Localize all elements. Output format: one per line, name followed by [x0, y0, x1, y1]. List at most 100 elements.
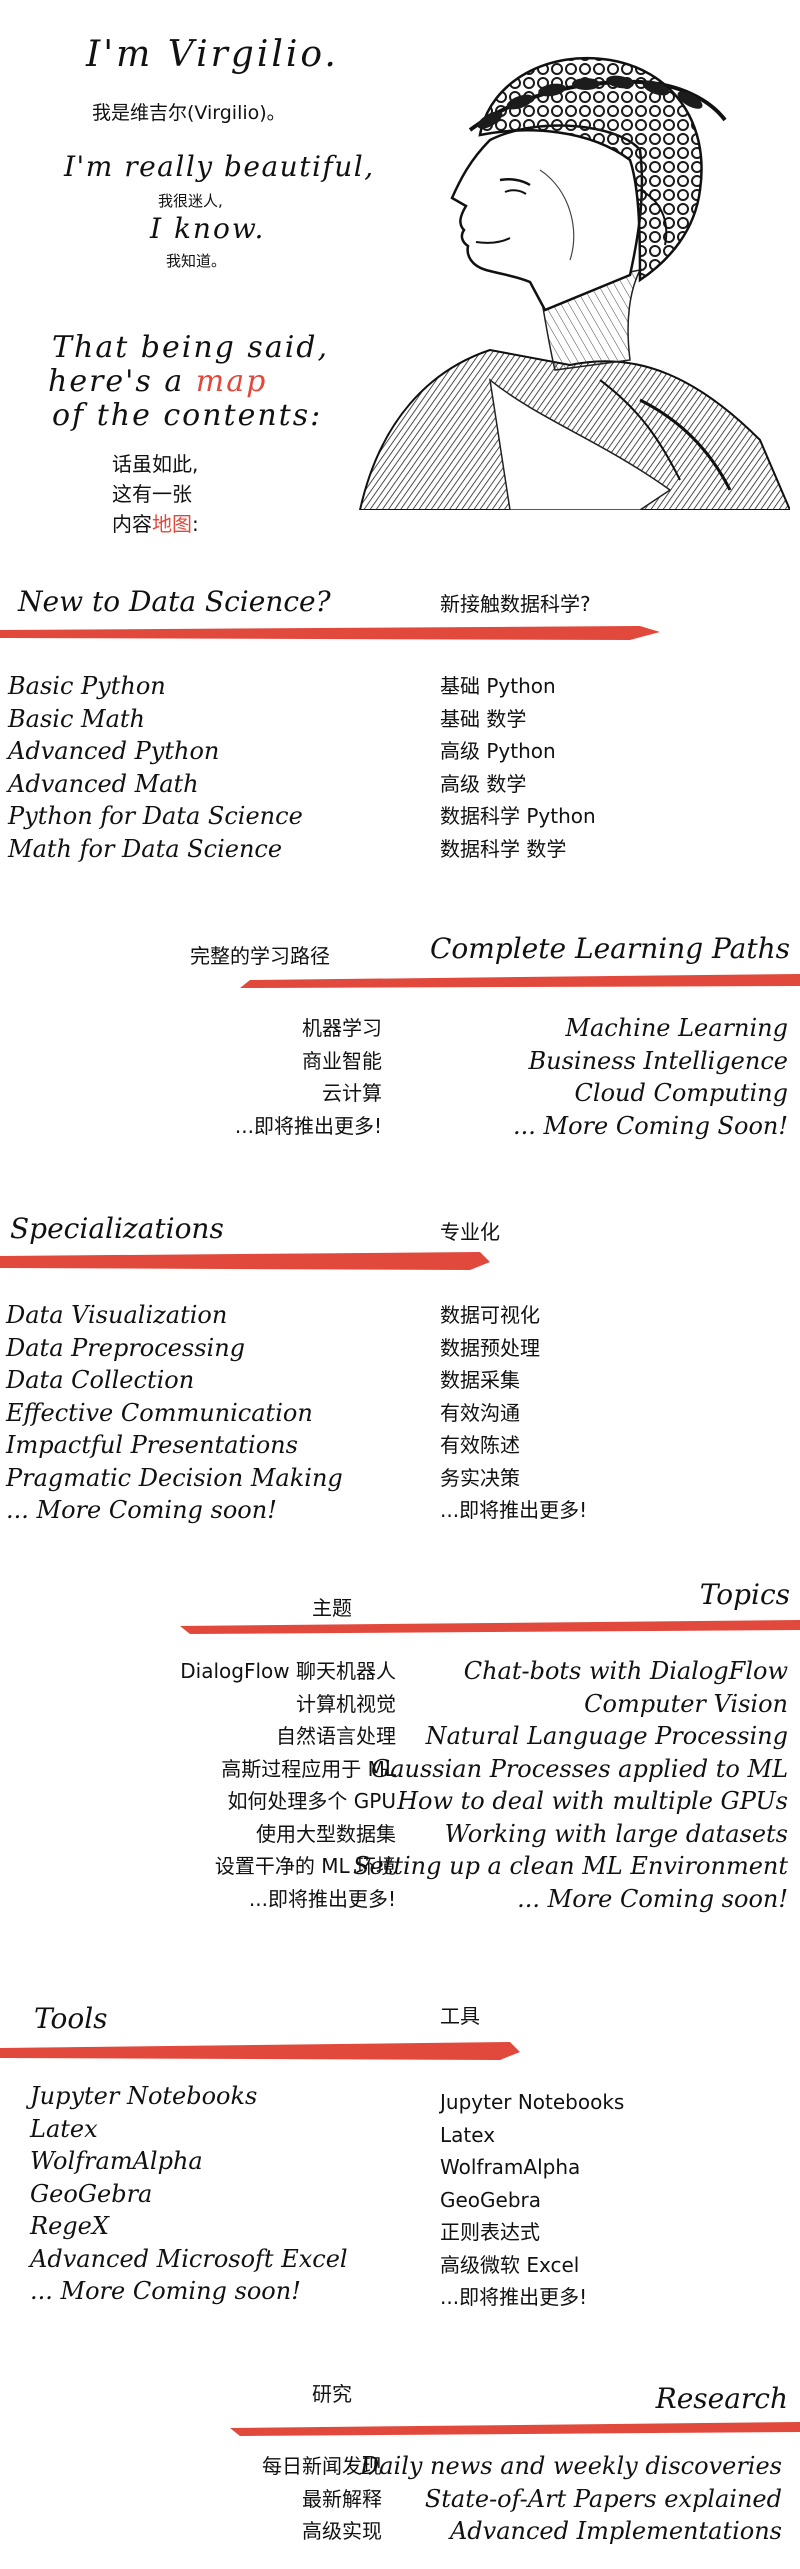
list-item[interactable]: How to deal with multiple GPUs: [353, 1785, 788, 1818]
list-item[interactable]: ...即将推出更多!: [235, 1110, 382, 1143]
list-item[interactable]: 高级 Python: [440, 735, 596, 768]
section-title-paths: Complete Learning Paths: [429, 932, 790, 965]
list-tools-en: Jupyter Notebooks Latex WolframAlpha Geo…: [30, 2080, 348, 2308]
list-item[interactable]: Jupyter Notebooks: [440, 2086, 624, 2119]
map-link-cn[interactable]: 地图: [152, 512, 192, 536]
section-title-specializations: Specializations: [10, 1212, 224, 1245]
list-item[interactable]: 有效沟通: [440, 1397, 587, 1430]
list-item[interactable]: Data Preprocessing: [6, 1332, 343, 1365]
list-item[interactable]: Advanced Implementations: [360, 2515, 782, 2548]
list-item[interactable]: 高级 数学: [440, 768, 596, 801]
list-item[interactable]: Advanced Python: [8, 735, 303, 768]
section-title-new-cn: 新接触数据科学?: [440, 592, 591, 616]
list-item[interactable]: Daily news and weekly discoveries: [360, 2450, 782, 2483]
list-item[interactable]: Advanced Microsoft Excel: [30, 2243, 348, 2276]
list-item[interactable]: Machine Learning: [513, 1012, 788, 1045]
section-title-tools-cn: 工具: [440, 2004, 480, 2028]
list-topics-en: Chat-bots with DialogFlow Computer Visio…: [353, 1655, 788, 1915]
list-specializations-en: Data Visualization Data Preprocessing Da…: [6, 1299, 343, 1527]
map-link[interactable]: map: [196, 364, 268, 399]
list-item[interactable]: State-of-Art Papers explained: [360, 2483, 782, 2516]
list-paths-cn: 机器学习 商业智能 云计算 ...即将推出更多!: [235, 1012, 382, 1142]
list-item[interactable]: Chat-bots with DialogFlow: [353, 1655, 788, 1688]
hero-iknow-cn: 我知道。: [166, 252, 227, 270]
section-title-new: New to Data Science?: [18, 585, 331, 618]
list-item[interactable]: 基础 数学: [440, 703, 596, 736]
hero-beautiful-cn: 我很迷人,: [158, 192, 223, 210]
list-new-cn: 基础 Python 基础 数学 高级 Python 高级 数学 数据科学 Pyt…: [440, 670, 596, 865]
list-item[interactable]: Math for Data Science: [8, 833, 303, 866]
list-item[interactable]: ... More Coming soon!: [30, 2275, 348, 2308]
red-brush-stroke: [240, 974, 800, 988]
list-item[interactable]: Natural Language Processing: [353, 1720, 788, 1753]
section-title-topics: Topics: [699, 1578, 790, 1611]
hero-said-line1: That being said,: [52, 330, 330, 365]
list-item[interactable]: 高级微软 Excel: [440, 2249, 624, 2282]
list-item[interactable]: Basic Python: [8, 670, 303, 703]
list-item[interactable]: ... More Coming soon!: [6, 1494, 343, 1527]
list-item[interactable]: GeoGebra: [440, 2184, 624, 2217]
list-item[interactable]: WolframAlpha: [30, 2145, 348, 2178]
list-item[interactable]: Cloud Computing: [513, 1077, 788, 1110]
hero-iknow: I know.: [150, 212, 266, 245]
hero-said-line3: of the contents:: [52, 398, 323, 433]
list-item[interactable]: WolframAlpha: [440, 2151, 624, 2184]
hero-cn-line1: 话虽如此,: [112, 452, 199, 476]
list-item[interactable]: Computer Vision: [353, 1688, 788, 1721]
list-item[interactable]: 机器学习: [235, 1012, 382, 1045]
list-item[interactable]: Business Intelligence: [513, 1045, 789, 1078]
list-item[interactable]: GeoGebra: [30, 2178, 348, 2211]
list-item[interactable]: Pragmatic Decision Making: [6, 1462, 343, 1495]
list-item[interactable]: RegeX: [30, 2210, 348, 2243]
list-item[interactable]: 云计算: [235, 1077, 382, 1110]
section-title-research: Research: [655, 2382, 788, 2415]
list-item[interactable]: 有效陈述: [440, 1429, 587, 1462]
list-item[interactable]: ... More Coming Soon!: [513, 1110, 788, 1143]
hero-said-prefix: here's a: [48, 364, 196, 399]
section-title-specializations-cn: 专业化: [440, 1220, 500, 1244]
hero-said-line2: here's a map: [48, 364, 267, 399]
list-item[interactable]: Setting up a clean ML Environment: [353, 1850, 788, 1883]
hero-title: I'm Virgilio.: [86, 34, 339, 75]
list-item[interactable]: 务实决策: [440, 1462, 587, 1495]
list-item[interactable]: 商业智能: [235, 1045, 382, 1078]
list-item[interactable]: Working with large datasets: [353, 1818, 788, 1851]
section-title-research-cn: 研究: [312, 2382, 352, 2406]
list-item[interactable]: Impactful Presentations: [6, 1429, 343, 1462]
red-brush-stroke: [0, 626, 660, 640]
list-new-en: Basic Python Basic Math Advanced Python …: [8, 670, 303, 865]
hero-cn-line3: 内容地图:: [112, 508, 199, 537]
list-item[interactable]: Gaussian Processes applied to ML: [353, 1753, 788, 1786]
list-tools-cn: Jupyter Notebooks Latex WolframAlpha Geo…: [440, 2086, 624, 2314]
list-item[interactable]: Latex: [440, 2119, 624, 2152]
hero-beautiful: I'm really beautiful,: [64, 150, 375, 183]
list-item[interactable]: ...即将推出更多!: [440, 2281, 624, 2314]
list-item[interactable]: Data Collection: [6, 1364, 343, 1397]
hero-cn-suffix: :: [192, 512, 199, 536]
section-title-tools: Tools: [34, 2002, 108, 2035]
list-item[interactable]: 数据科学 数学: [440, 833, 596, 866]
list-item[interactable]: 正则表达式: [440, 2216, 624, 2249]
red-brush-stroke: [180, 1620, 800, 1634]
hero-cn-line2: 这有一张: [112, 482, 192, 506]
section-title-paths-cn: 完整的学习路径: [190, 944, 330, 968]
list-item[interactable]: ...即将推出更多!: [440, 1494, 587, 1527]
list-item[interactable]: Data Visualization: [6, 1299, 343, 1332]
list-item[interactable]: 数据可视化: [440, 1299, 587, 1332]
list-item[interactable]: Python for Data Science: [8, 800, 303, 833]
list-item[interactable]: 数据采集: [440, 1364, 587, 1397]
list-item[interactable]: Effective Communication: [6, 1397, 343, 1430]
list-item[interactable]: 数据预处理: [440, 1332, 587, 1365]
list-item[interactable]: ... More Coming soon!: [353, 1883, 788, 1916]
list-item[interactable]: 数据科学 Python: [440, 800, 596, 833]
list-research-en: Daily news and weekly discoveries State-…: [360, 2450, 782, 2548]
list-item[interactable]: 基础 Python: [440, 670, 596, 703]
list-item[interactable]: Latex: [30, 2113, 348, 2146]
list-item[interactable]: Basic Math: [8, 703, 303, 736]
list-paths-en: Machine Learning Business Intelligence C…: [513, 1012, 788, 1142]
list-item[interactable]: Jupyter Notebooks: [30, 2080, 348, 2113]
virgilio-portrait-image: [358, 56, 790, 510]
hero-cn-prefix: 内容: [112, 512, 152, 536]
red-brush-stroke: [0, 2042, 520, 2060]
list-item[interactable]: Advanced Math: [8, 768, 303, 801]
